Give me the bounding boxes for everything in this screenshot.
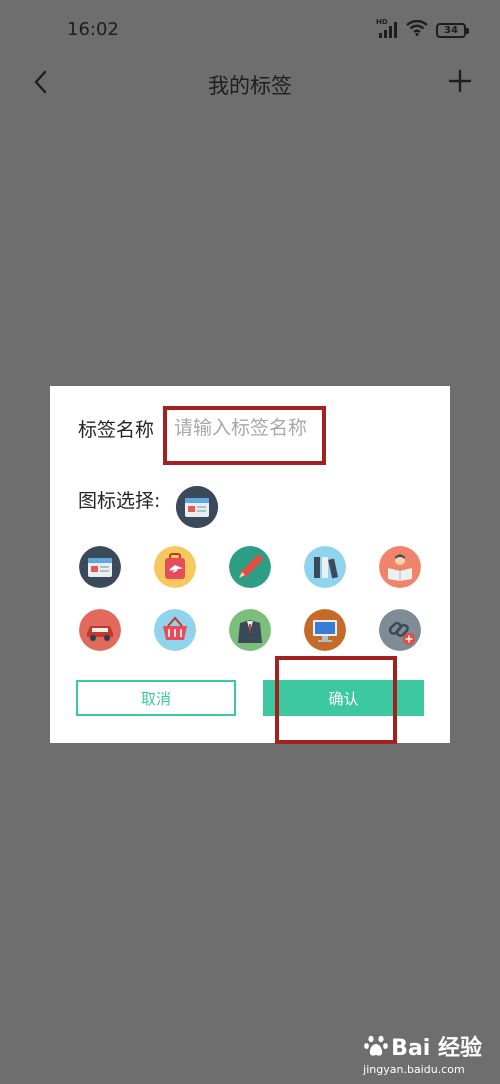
- tag-name-input[interactable]: [174, 414, 324, 442]
- pencil-icon[interactable]: [229, 546, 271, 588]
- icon-select-row: 图标选择:: [78, 486, 160, 513]
- signal-icon: HD: [376, 18, 398, 38]
- car-icon[interactable]: [79, 609, 121, 651]
- add-tag-dialog: 标签名称 图标选择:: [50, 386, 450, 744]
- watermark-url: jingyan.baidu.com: [363, 1063, 465, 1076]
- tag-name-row: 标签名称: [78, 414, 154, 442]
- baidu-jingyan-watermark: Bai 经验 jingyan.baidu.com: [363, 1030, 482, 1076]
- status-bar: 16:02 HD 34: [0, 0, 500, 60]
- network-label: HD: [376, 18, 388, 26]
- reading-person-icon[interactable]: [379, 546, 421, 588]
- page-title: 我的标签: [208, 74, 292, 98]
- status-icons: HD 34: [376, 18, 469, 40]
- cancel-button[interactable]: 取消: [76, 680, 236, 716]
- monitor-icon[interactable]: [304, 609, 346, 651]
- watermark-brand: Bai 经验: [363, 1030, 482, 1062]
- shopping-basket-icon[interactable]: [154, 609, 196, 651]
- watermark-brand-text: Bai 经验: [391, 1036, 482, 1061]
- add-button[interactable]: [448, 69, 472, 93]
- paw-logo-icon: [363, 1033, 389, 1059]
- binders-icon[interactable]: [304, 546, 346, 588]
- wifi-icon: [406, 19, 428, 40]
- luggage-icon[interactable]: [154, 546, 196, 588]
- calendar-icon[interactable]: [79, 546, 121, 588]
- suit-icon[interactable]: [229, 609, 271, 651]
- battery-icon: 34: [436, 22, 469, 38]
- icon-select-label: 图标选择:: [78, 490, 161, 512]
- link-add-icon[interactable]: [379, 609, 421, 651]
- confirm-button[interactable]: 确认: [263, 680, 424, 716]
- tag-name-label: 标签名称: [78, 418, 155, 441]
- plus-icon: [448, 69, 472, 93]
- selected-calendar-icon[interactable]: [176, 486, 218, 528]
- status-time: 16:02: [67, 19, 119, 40]
- nav-bar: 我的标签: [0, 60, 500, 106]
